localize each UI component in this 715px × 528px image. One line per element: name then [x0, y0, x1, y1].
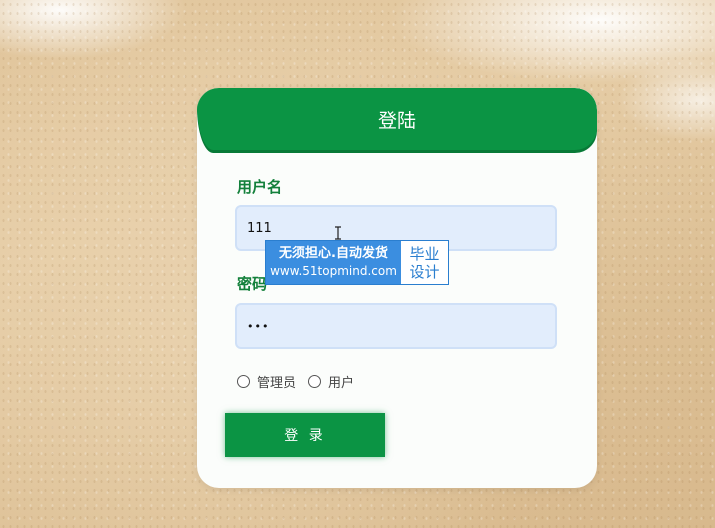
watermark-badge-line2: 设计 [409, 262, 440, 281]
watermark-slogan: 无须担心.自动发货 [279, 246, 388, 261]
text-cursor-icon [335, 226, 341, 240]
password-input[interactable]: ••• [235, 303, 557, 349]
watermark-main: 无须担心.自动发货 www.51topmind.com [266, 241, 401, 284]
role-user-radio[interactable] [308, 375, 322, 388]
watermark-badge-line1: 毕业 [409, 244, 440, 263]
watermark-banner: 无须担心.自动发货 www.51topmind.com 毕业 设计 [265, 240, 449, 285]
username-value: 111 [247, 220, 272, 236]
role-selector: 管理员 用户 [237, 372, 366, 391]
login-button[interactable]: 登 录 [225, 413, 385, 457]
watermark-url: www.51topmind.com [270, 264, 397, 278]
login-header: 登陆 [197, 88, 597, 150]
role-admin-label: 管理员 [257, 376, 297, 391]
username-label: 用户名 [237, 178, 283, 196]
password-label: 密码 [237, 275, 268, 293]
login-title: 登陆 [377, 110, 416, 132]
login-card: 登陆 用户名 111 密码 ••• 管理员 用户 登 录 [197, 88, 597, 488]
password-value: ••• [247, 319, 270, 333]
watermark-badge: 毕业 设计 [401, 241, 448, 284]
role-user-label: 用户 [328, 376, 355, 391]
role-admin-radio[interactable] [237, 375, 250, 388]
